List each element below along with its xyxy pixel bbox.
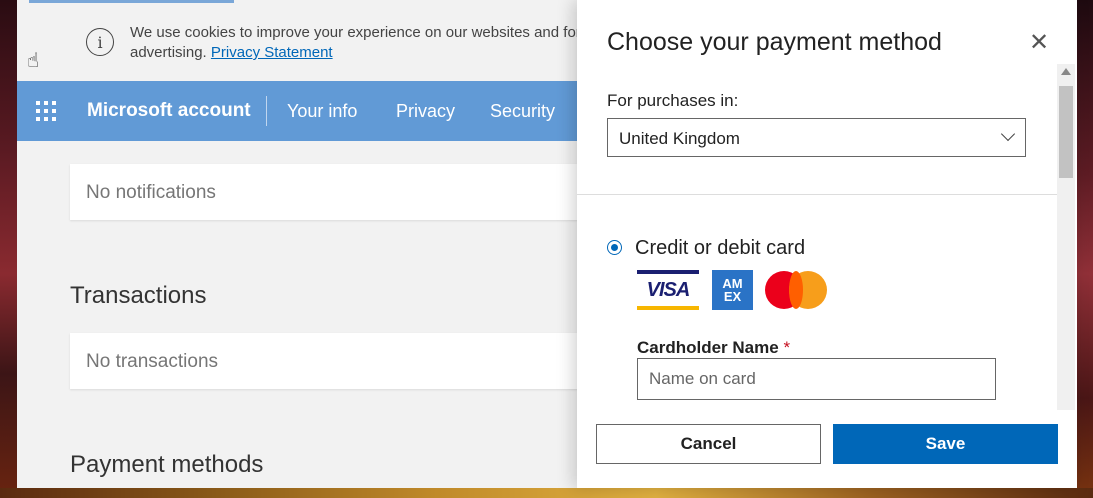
nav-link-privacy[interactable]: Privacy <box>396 101 455 122</box>
cookie-message: We use cookies to improve your experienc… <box>130 24 581 61</box>
nav-link-your-info[interactable]: Your info <box>287 101 357 122</box>
visa-logo: VISA <box>637 270 699 310</box>
transactions-heading: Transactions <box>70 282 207 309</box>
nav-link-security[interactable]: Security <box>490 101 555 122</box>
amex-logo: AM EX <box>712 270 753 310</box>
desktop-background-right <box>1077 0 1093 498</box>
notifications-card: No notifications <box>70 164 610 220</box>
cookie-banner-text: We use cookies to improve your experienc… <box>130 23 590 63</box>
region-select[interactable]: United Kingdom <box>607 118 1026 157</box>
mastercard-logo <box>765 271 827 309</box>
credit-card-radio[interactable] <box>607 240 622 255</box>
privacy-statement-link[interactable]: Privacy Statement <box>211 44 333 61</box>
transactions-empty-text: No transactions <box>86 351 219 372</box>
panel-scrollbar[interactable] <box>1057 64 1075 410</box>
scroll-up-arrow-icon[interactable] <box>1061 68 1071 75</box>
scrollbar-thumb[interactable] <box>1059 86 1073 178</box>
notifications-empty-text: No notifications <box>86 182 216 203</box>
desktop-background-bottom <box>0 488 1093 498</box>
desktop-background-left <box>0 0 17 498</box>
info-icon: i <box>86 28 114 56</box>
close-icon[interactable]: ✕ <box>1029 31 1049 55</box>
brand-title[interactable]: Microsoft account <box>87 100 251 122</box>
cardholder-name-label: Cardholder Name * <box>637 338 790 358</box>
save-button[interactable]: Save <box>833 424 1058 464</box>
section-divider <box>577 194 1057 195</box>
chevron-down-icon <box>1000 126 1016 142</box>
tab-accent-bar <box>29 0 234 3</box>
region-label: For purchases in: <box>607 91 739 110</box>
credit-card-radio-label[interactable]: Credit or debit card <box>635 237 805 260</box>
app-launcher-icon[interactable] <box>36 101 56 121</box>
cardholder-name-input[interactable] <box>637 358 996 400</box>
nav-divider <box>266 96 267 126</box>
transactions-card: No transactions <box>70 333 610 389</box>
payment-method-panel: Choose your payment method ✕ For purchas… <box>577 0 1077 488</box>
hand-cursor-icon: ☝ <box>27 50 40 72</box>
cancel-button[interactable]: Cancel <box>596 424 821 464</box>
required-marker: * <box>783 338 791 357</box>
panel-title: Choose your payment method <box>607 28 942 56</box>
region-select-value: United Kingdom <box>619 129 740 148</box>
cardholder-name-label-text: Cardholder Name <box>637 338 779 357</box>
payment-methods-heading: Payment methods <box>70 451 264 478</box>
